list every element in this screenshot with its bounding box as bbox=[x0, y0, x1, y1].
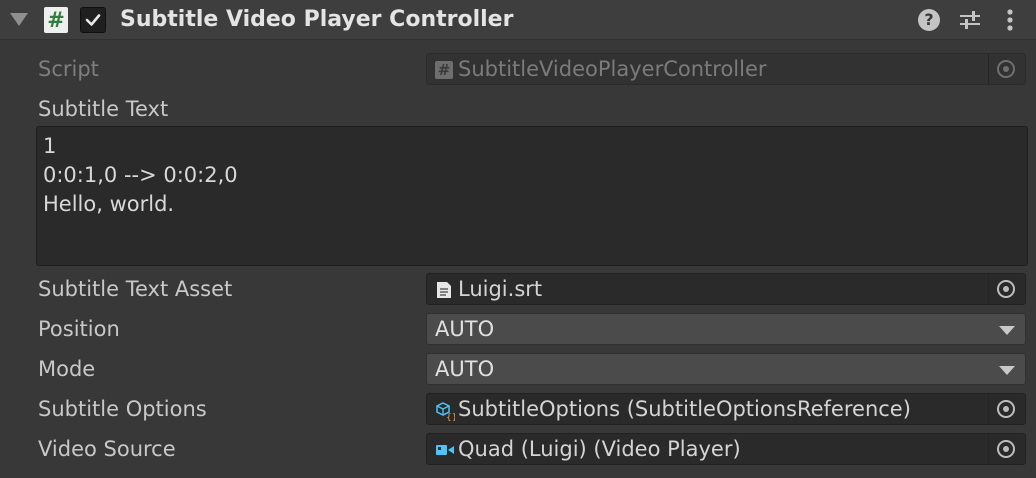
mode-row: Mode AUTO bbox=[0, 351, 1036, 387]
object-picker-button[interactable] bbox=[988, 274, 1025, 304]
subtitle-options-row: Subtitle Options {} SubtitleOptions (Sub… bbox=[0, 391, 1036, 427]
subtitle-text-area[interactable]: 1 0:0:1,0 --> 0:0:2,0 Hello, world. bbox=[36, 126, 1028, 266]
settings-sliders-icon[interactable] bbox=[958, 8, 982, 32]
subtitle-text-asset-field[interactable]: Luigi.srt bbox=[426, 273, 1026, 305]
subtitle-text-line: Hello, world. bbox=[43, 192, 175, 216]
position-dropdown[interactable]: AUTO bbox=[426, 313, 1026, 345]
script-icon: # bbox=[44, 7, 68, 33]
object-picker-button[interactable] bbox=[988, 394, 1025, 424]
subtitle-text-line: 0:0:1,0 --> 0:0:2,0 bbox=[43, 163, 238, 187]
object-picker-button[interactable] bbox=[988, 434, 1025, 464]
script-field-value: SubtitleVideoPlayerController bbox=[458, 57, 767, 81]
video-source-field[interactable]: Quad (Luigi) (Video Player) bbox=[426, 433, 1026, 465]
mode-label: Mode bbox=[38, 357, 96, 381]
picker-icon bbox=[997, 400, 1015, 418]
video-source-row: Video Source Quad (Luigi) (Video Player) bbox=[0, 431, 1036, 467]
position-row: Position AUTO bbox=[0, 311, 1036, 347]
foldout-arrow-icon[interactable] bbox=[10, 13, 28, 26]
subtitle-text-asset-row: Subtitle Text Asset Luigi.srt bbox=[0, 271, 1036, 307]
script-label: Script bbox=[38, 57, 99, 81]
video-source-label: Video Source bbox=[38, 437, 176, 461]
video-player-icon bbox=[435, 441, 454, 459]
more-vertical-icon[interactable] bbox=[1000, 8, 1024, 32]
mode-dropdown[interactable]: AUTO bbox=[426, 353, 1026, 385]
subtitle-options-field[interactable]: {} SubtitleOptions (SubtitleOptionsRefer… bbox=[426, 393, 1026, 425]
picker-icon bbox=[997, 60, 1015, 78]
subtitle-text-asset-value: Luigi.srt bbox=[458, 277, 543, 301]
position-dropdown-value: AUTO bbox=[435, 317, 495, 341]
component-title: Subtitle Video Player Controller bbox=[120, 7, 514, 32]
picker-icon bbox=[997, 280, 1015, 298]
script-field: # SubtitleVideoPlayerController bbox=[426, 53, 1026, 85]
scriptable-object-icon: {} bbox=[435, 401, 457, 423]
text-file-icon bbox=[435, 281, 453, 299]
position-label: Position bbox=[38, 317, 120, 341]
component-header: # Subtitle Video Player Controller ? bbox=[0, 0, 1036, 40]
svg-text:{}: {} bbox=[446, 413, 455, 421]
component-enabled-checkbox[interactable] bbox=[80, 7, 106, 33]
video-source-value: Quad (Luigi) (Video Player) bbox=[458, 437, 741, 461]
help-icon[interactable]: ? bbox=[918, 9, 940, 31]
object-picker-button bbox=[988, 54, 1025, 84]
caret-down-icon bbox=[999, 326, 1015, 335]
subtitle-text-asset-label: Subtitle Text Asset bbox=[38, 277, 233, 301]
subtitle-text-label: Subtitle Text bbox=[38, 97, 169, 121]
picker-icon bbox=[997, 440, 1015, 458]
subtitle-text-line: 1 bbox=[43, 134, 57, 158]
script-row: Script # SubtitleVideoPlayerController bbox=[0, 51, 1036, 87]
subtitle-options-value: SubtitleOptions (SubtitleOptionsReferenc… bbox=[458, 397, 911, 421]
subtitle-text-row: Subtitle Text bbox=[0, 91, 1036, 127]
caret-down-icon bbox=[999, 366, 1015, 375]
subtitle-options-label: Subtitle Options bbox=[38, 397, 207, 421]
checkmark-icon bbox=[85, 14, 101, 26]
mode-dropdown-value: AUTO bbox=[435, 357, 495, 381]
script-file-icon: # bbox=[435, 61, 453, 79]
